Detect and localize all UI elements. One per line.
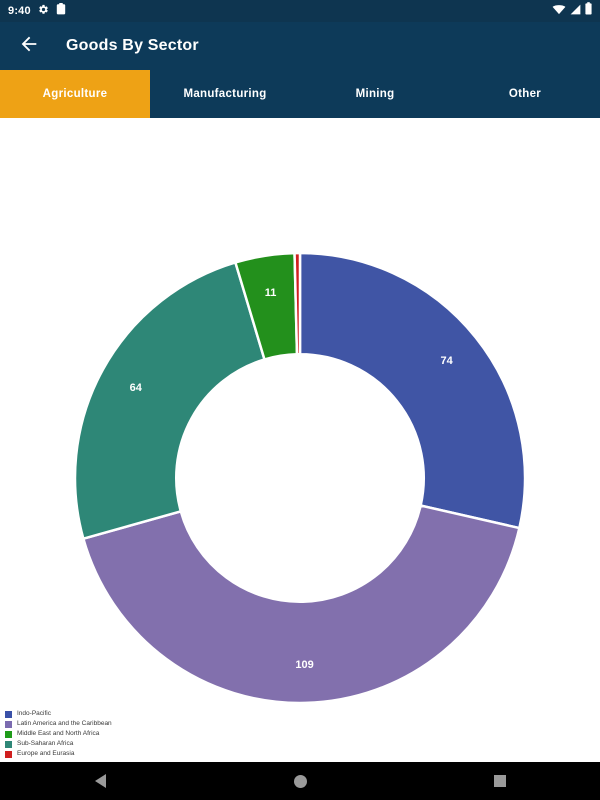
status-bar-left: 9:40 — [8, 2, 66, 20]
arrow-left-icon — [18, 33, 40, 60]
cellular-signal-icon — [570, 2, 581, 20]
tab-agriculture[interactable]: Agriculture — [0, 70, 150, 118]
legend-label: Latin America and the Caribbean — [17, 720, 112, 728]
donut-slice[interactable] — [81, 504, 521, 705]
tab-label: Other — [508, 88, 542, 100]
status-bar: 9:40 — [0, 0, 600, 22]
tab-manufacturing[interactable]: Manufacturing — [150, 70, 300, 118]
legend-label: Europe and Eurasia — [17, 750, 75, 758]
nav-recents-button[interactable] — [470, 762, 530, 800]
legend-swatch — [5, 751, 12, 758]
legend-label: Middle East and North Africa — [17, 730, 100, 738]
legend-label: Sub-Saharan Africa — [17, 740, 74, 748]
tab-mining[interactable]: Mining — [300, 70, 450, 118]
status-bar-right — [552, 2, 592, 20]
battery-icon — [585, 2, 592, 20]
donut-chart-svg[interactable] — [0, 118, 600, 718]
clipboard-icon — [56, 2, 66, 20]
legend-item-indo-pacific[interactable]: Indo-Pacific — [5, 711, 112, 718]
wifi-icon — [552, 2, 566, 20]
square-recents-icon — [494, 775, 506, 787]
back-button[interactable] — [16, 33, 42, 59]
chart-area: 74 109 64 11 Indo-Pacific Latin America and… — [0, 118, 600, 762]
nav-back-button[interactable] — [70, 762, 130, 800]
tab-label: Manufacturing — [183, 88, 267, 100]
legend-swatch — [5, 731, 12, 738]
nav-home-button[interactable] — [270, 762, 330, 800]
tab-label: Mining — [355, 88, 395, 100]
legend-label: Indo-Pacific — [17, 710, 51, 718]
legend-item-europe-and-eurasia[interactable]: Europe and Eurasia — [5, 751, 112, 758]
tab-bar: Agriculture Manufacturing Mining Other — [0, 70, 600, 118]
donut-slice[interactable] — [73, 260, 267, 541]
tab-other[interactable]: Other — [450, 70, 600, 118]
circle-home-icon — [293, 774, 307, 788]
legend-item-latin-america-and-the-caribbean[interactable]: Latin America and the Caribbean — [5, 721, 112, 728]
android-navigation-bar — [0, 762, 600, 800]
donut-chart[interactable]: 74 109 64 11 — [0, 118, 600, 718]
page-title: Goods By Sector — [66, 37, 199, 54]
legend-item-middle-east-and-north-africa[interactable]: Middle East and North Africa — [5, 731, 112, 738]
triangle-back-icon — [94, 774, 106, 788]
gear-icon — [38, 2, 49, 20]
legend-swatch — [5, 711, 12, 718]
legend-swatch — [5, 721, 12, 728]
app-bar: Goods By Sector — [0, 22, 600, 70]
chart-legend: Indo-Pacific Latin America and the Carib… — [5, 711, 112, 758]
status-bar-clock: 9:40 — [8, 4, 31, 17]
tab-label: Agriculture — [42, 88, 108, 100]
legend-item-sub-saharan-africa[interactable]: Sub-Saharan Africa — [5, 741, 112, 748]
legend-swatch — [5, 741, 12, 748]
donut-slice[interactable] — [298, 251, 527, 530]
